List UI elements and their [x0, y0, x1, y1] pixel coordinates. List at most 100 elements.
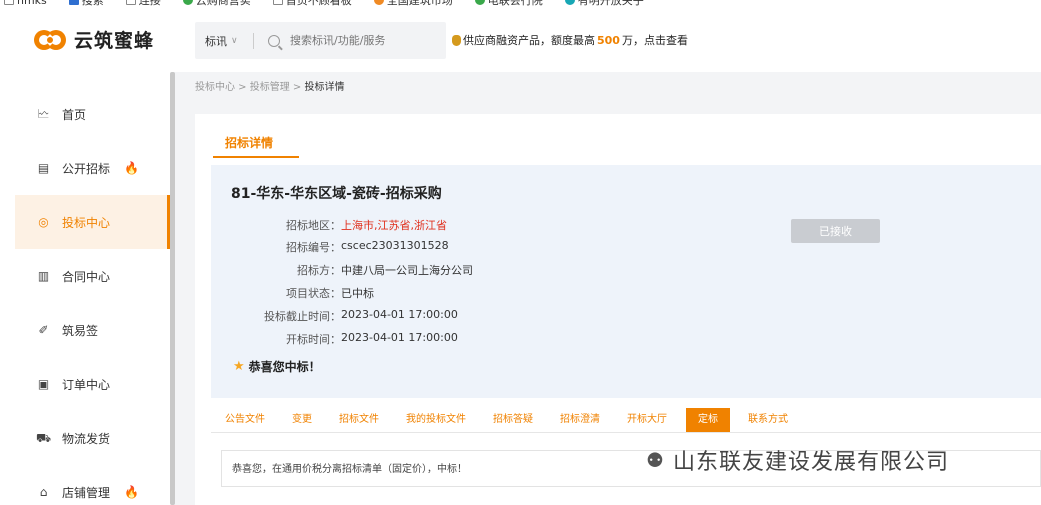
top-header: 云筑蜜蜂 标讯 ∨ 供应商融资产品，额度最高500万，点击查看 — [0, 8, 1041, 72]
sidebar-item-label: 合同中心 — [62, 269, 111, 284]
sidebar-item-label: 店铺管理 — [62, 485, 111, 500]
order-icon: ▣ — [37, 377, 50, 391]
tab-my-bid-files[interactable]: 我的投标文件 — [402, 408, 470, 432]
field-label: 项目状态： — [286, 287, 341, 300]
leaf-icon — [373, 0, 384, 5]
sidebar-item-label: 筑易签 — [62, 323, 99, 338]
field-label: 招标编号： — [286, 241, 341, 254]
field-label: 投标截止时间： — [264, 310, 341, 323]
watermark-text: 山东联友建设发展有限公司 — [672, 450, 949, 475]
bookmark-item[interactable]: 云购商营实 — [182, 0, 251, 8]
field-label: 开标时间： — [286, 333, 341, 346]
bookmarks-bar: hmks 搜索 连接 云购商营实 首页不顾看板 全国建筑市场 电联会行院 有明开… — [0, 0, 1041, 8]
sidebar-item-contract-center[interactable]: ▥ 合同中心 — [15, 249, 170, 303]
tab-award[interactable]: 定标 — [686, 408, 730, 432]
page-icon — [125, 0, 136, 5]
bookmark-label: 全国建筑市场 — [386, 0, 453, 7]
globe-icon — [182, 0, 193, 5]
divider — [253, 32, 254, 49]
sidebar-item-label: 首页 — [62, 107, 87, 122]
field-value: 中建八局一公司上海分公司 — [341, 264, 473, 277]
tab-contact[interactable]: 联系方式 — [744, 408, 792, 432]
sidebar-item-order-center[interactable]: ▣ 订单中心 — [15, 357, 170, 411]
search-box: 标讯 ∨ — [195, 22, 446, 59]
sidebar-item-label: 订单中心 — [62, 377, 111, 392]
bookmark-item[interactable]: 有明开放关子 — [564, 0, 644, 8]
congratulations-message: ★ 恭喜您中标！ — [233, 358, 321, 375]
field-bid-deadline: 投标截止时间： 2023-04-01 17:00:00 — [211, 308, 611, 328]
bookmark-item[interactable]: hmks — [4, 0, 47, 7]
sidebar-item-e-sign[interactable]: ✐ 筑易签 — [15, 303, 170, 357]
project-title: 81-华东-华东区域-瓷砖-招标采购 — [231, 186, 442, 202]
bookmark-label: 有明开放关子 — [577, 0, 644, 7]
breadcrumb-separator: > — [289, 82, 305, 93]
tab-tender-qa[interactable]: 招标答疑 — [489, 408, 537, 432]
person-icon — [68, 0, 79, 5]
congratulations-text: 恭喜您中标！ — [248, 360, 321, 374]
search-input[interactable] — [290, 34, 430, 47]
breadcrumb-link[interactable]: 投标中心 — [195, 82, 235, 93]
circle-icon — [564, 0, 575, 5]
bookmark-label: 电联会行院 — [487, 0, 543, 7]
wechat-icon: ⚉ — [646, 448, 665, 472]
bookmark-item[interactable]: 电联会行院 — [474, 0, 543, 8]
document-icon: ▥ — [37, 269, 50, 283]
bookmark-label: 首页不顾看板 — [285, 0, 352, 7]
watermark: ⚉ 山东联友建设发展有限公司 — [646, 444, 949, 476]
money-bag-icon — [452, 34, 461, 46]
tab-changes[interactable]: 变更 — [288, 408, 316, 432]
field-tender-region: 招标地区： 上海市,江苏省,浙江省 — [211, 217, 611, 237]
fire-icon: 🔥 — [124, 485, 139, 499]
breadcrumb-link[interactable]: 投标管理 — [250, 82, 290, 93]
sidebar-item-public-tender[interactable]: ▤ 公开招标 🔥 — [15, 141, 170, 195]
bookmark-label: 云购商营实 — [195, 0, 251, 7]
bookmark-label: 搜索 — [81, 0, 104, 7]
sidebar-item-label: 投标中心 — [62, 215, 111, 230]
fire-icon: 🔥 — [124, 161, 139, 175]
bookmark-item[interactable]: 首页不顾看板 — [272, 0, 352, 8]
field-label: 招标方： — [297, 264, 341, 277]
breadcrumb-separator: > — [235, 82, 250, 93]
bookmark-item[interactable]: 连接 — [125, 0, 161, 8]
finance-promo-link[interactable]: 供应商融资产品，额度最高 500 万，点击查看 — [452, 32, 688, 48]
bookmark-item[interactable]: 搜索 — [68, 0, 104, 8]
sidebar-scrollbar[interactable] — [170, 72, 175, 505]
award-result-text: 恭喜您，在通用价税分离招标清单（固定价），中标！ — [232, 464, 467, 475]
sidebar-item-bid-center[interactable]: ◎ 投标中心 — [15, 195, 170, 249]
sidebar-item-shop-management[interactable]: ⌂ 店铺管理 🔥 — [15, 465, 170, 505]
logo-icon — [34, 28, 66, 52]
field-opening-time: 开标时间： 2023-04-01 17:00:00 — [211, 331, 611, 351]
page-icon — [272, 0, 283, 5]
promo-prefix: 供应商融资产品，额度最高 — [463, 34, 595, 47]
tab-tender-files[interactable]: 招标文件 — [335, 408, 383, 432]
tab-tender-detail[interactable]: 招标详情 — [213, 132, 299, 158]
tab-announcement-files[interactable]: 公告文件 — [221, 408, 269, 432]
field-value: 上海市,江苏省,浙江省 — [341, 219, 447, 232]
received-status-button[interactable]: 已接收 — [791, 219, 880, 243]
sidebar-item-label: 物流发货 — [62, 431, 111, 446]
star-icon: ★ — [233, 359, 245, 374]
target-icon: ◎ — [38, 215, 49, 229]
breadcrumb: 投标中心 > 投标管理 > 投标详情 — [195, 78, 345, 93]
search-category-select[interactable]: 标讯 ∨ — [195, 33, 253, 49]
breadcrumb-current: 投标详情 — [304, 82, 345, 93]
sidebar-item-label: 公开招标 — [62, 161, 111, 176]
sidebar-item-logistics[interactable]: ⛟ 物流发货 — [15, 411, 170, 465]
field-value: 2023-04-01 17:00:00 — [341, 308, 458, 321]
promo-amount: 500 — [597, 33, 620, 47]
briefcase-icon: ▤ — [37, 161, 50, 175]
logo-text: 云筑蜜蜂 — [74, 30, 155, 52]
shop-icon: ⌂ — [39, 485, 48, 499]
search-icon[interactable] — [268, 34, 280, 47]
sidebar-item-home[interactable]: 🗠 首页 — [15, 87, 170, 141]
truck-icon: ⛟ — [35, 431, 52, 445]
tree-icon — [474, 0, 485, 5]
page-icon — [4, 0, 14, 5]
tab-bid-opening-hall[interactable]: 开标大厅 — [623, 408, 671, 432]
bookmark-label: 连接 — [138, 0, 161, 7]
field-tender-number: 招标编号： cscec23031301528 — [211, 239, 611, 259]
logo[interactable]: 云筑蜜蜂 — [34, 26, 154, 53]
tab-tender-clarification[interactable]: 招标澄清 — [556, 408, 604, 432]
bookmark-item[interactable]: 全国建筑市场 — [373, 0, 453, 8]
tender-info-panel: 81-华东-华东区域-瓷砖-招标采购 招标地区： 上海市,江苏省,浙江省 招标编… — [211, 165, 1041, 398]
